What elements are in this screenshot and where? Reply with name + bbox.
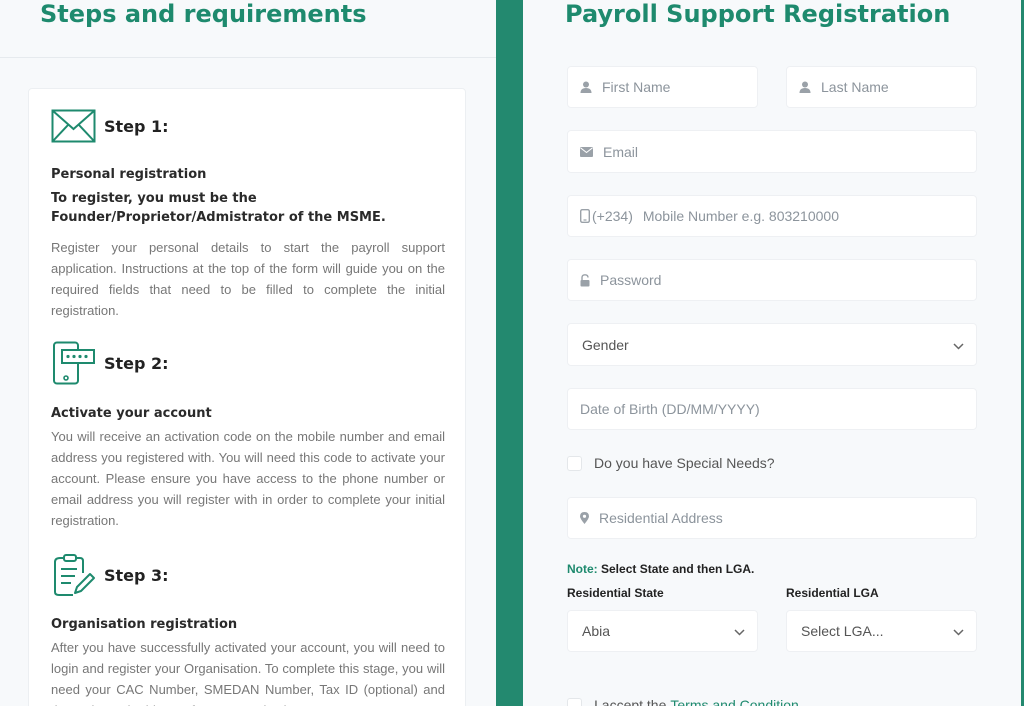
lga-value: Select LGA... [801,623,884,639]
requirements-panel: Steps and requirements Step 1: Personal … [0,0,496,706]
brand-divider-bar [496,0,523,706]
mobile-icon [580,209,590,223]
terms-checkbox[interactable]: I accept the Terms and Condition [567,697,799,706]
chevron-down-icon [953,623,964,639]
divider [0,57,496,58]
terms-text: I accept the [594,697,667,706]
chevron-down-icon [734,623,745,639]
user-icon [799,81,811,93]
step-2-header: Step 2: [51,341,169,385]
registration-form: Payroll Support Registration First Name … [523,0,1024,706]
step-1-label: Step 1: [104,116,169,136]
envelope-icon [580,146,593,157]
note-text: Select State and then LGA. [597,562,755,576]
email-placeholder: Email [603,143,639,160]
special-needs-label: Do you have Special Needs? [594,455,775,471]
checkbox[interactable] [567,697,582,706]
envelope-icon [51,109,96,143]
gender-select[interactable]: Gender [567,323,977,366]
password-placeholder: Password [600,272,662,288]
last-name-placeholder: Last Name [821,79,889,95]
step-1-subtitle: Personal registration [51,167,207,182]
clipboard-edit-icon [51,553,96,597]
user-icon [580,81,592,93]
first-name-field[interactable]: First Name [567,66,758,108]
mobile-code-icon [51,341,96,385]
password-field[interactable]: Password [567,259,977,301]
step-2-label: Step 2: [104,353,169,373]
residential-address-field[interactable]: Residential Address [567,497,977,539]
step-2-body: You will receive an activation code on t… [51,429,445,528]
step-3-header: Step 3: [51,553,169,597]
residential-address-placeholder: Residential Address [599,510,723,526]
residential-lga-label: Residential LGA [786,586,879,600]
step-1-header: Step 1: [51,109,169,143]
checkbox[interactable] [567,455,582,471]
steps-card: Step 1: Personal registration To registe… [28,88,466,706]
mobile-number-field[interactable]: (+234) Mobile Number e.g. 803210000 [567,195,977,237]
step-3-subtitle: Organisation registration [51,617,238,632]
phone-prefix: (+234) [592,208,633,224]
step-3-body: After you have successfully activated yo… [51,640,445,706]
step-2-subtitle: Activate your account [51,406,212,421]
step-3-label: Step 3: [104,565,169,585]
lock-icon [580,273,590,287]
map-marker-icon [580,512,589,524]
date-of-birth-placeholder: Date of Birth (DD/MM/YYYY) [580,401,760,417]
chevron-down-icon [953,337,964,353]
step-1-requirement: To register, you must be the Founder/Pro… [51,191,386,225]
step-1-body: Register your personal details to start … [51,240,445,318]
first-name-placeholder: First Name [602,79,671,95]
residential-state-label: Residential State [567,586,664,600]
requirements-title: Steps and requirements [40,0,367,28]
form-title: Payroll Support Registration [565,0,951,28]
last-name-field[interactable]: Last Name [786,66,977,108]
terms-link[interactable]: Terms and Condition [670,697,798,706]
state-lga-note: Note: Select State and then LGA. [567,562,754,576]
note-label: Note: [567,562,598,576]
state-value: Abia [582,623,611,639]
special-needs-checkbox[interactable]: Do you have Special Needs? [567,455,775,471]
gender-value: Gender [582,336,629,353]
residential-lga-select[interactable]: Select LGA... [786,610,977,652]
residential-state-select[interactable]: Abia [567,610,758,652]
mobile-number-placeholder: Mobile Number e.g. 803210000 [642,208,839,224]
date-of-birth-field[interactable]: Date of Birth (DD/MM/YYYY) [567,388,977,430]
email-field[interactable]: Email [567,130,977,173]
